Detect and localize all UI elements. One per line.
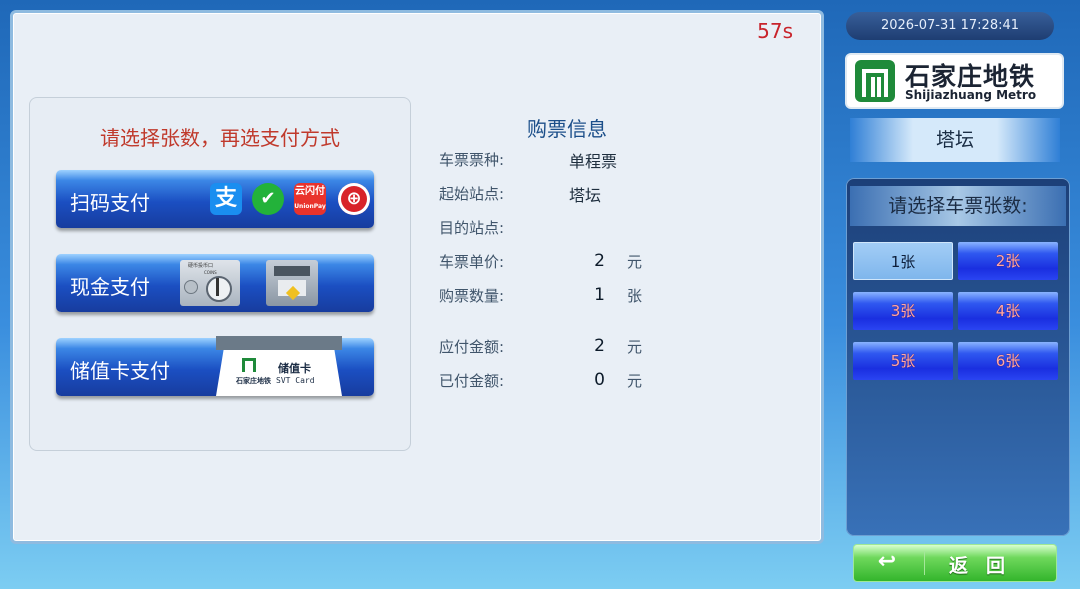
card-brand-text: 石家庄地铁 [236,377,271,385]
quantity-label: 购票数量: [439,287,505,305]
main-panel: 57s 请选择张数，再选支付方式 扫码支付 支 ✔ 云闪付 UnionPay ⊕ … [10,10,824,544]
svt-card-graphic: 石家庄地铁 储值卡 SVT Card [216,350,342,396]
qty-button-5[interactable]: 5张 [853,342,953,380]
coin-slot-icon: 硬币投币口 COINS [180,260,240,306]
destination-label: 目的站点: [439,219,505,237]
metro-logo-icon [855,60,895,102]
payment-method-box: 请选择张数，再选支付方式 扫码支付 支 ✔ 云闪付 UnionPay ⊕ 现金支付… [29,97,411,451]
metro-logo-en: Shijiazhuang Metro [905,88,1037,102]
countdown-timer: 57s [757,19,793,43]
qty-button-3[interactable]: 3张 [853,292,953,330]
quantity-prompt: 请选择车票张数: [850,186,1066,226]
origin-value: 塔坛 [569,186,602,205]
back-label: 返回 [949,555,1024,577]
paid-label: 已付金额: [439,372,505,390]
cash-machine-icon [266,260,318,306]
unit-price-label: 车票单价: [439,253,505,271]
unionpay-quickpass-icon: 云闪付 UnionPay [294,183,326,215]
coin-slot-coin-text: COINS [204,270,217,275]
card-title-text: 储值卡 [278,362,311,375]
purchase-info-title: 购票信息 [527,117,607,141]
svt-card-pay-button[interactable]: 储值卡支付 石家庄地铁 储值卡 SVT Card [56,336,374,396]
qty-button-2[interactable]: 2张 [958,242,1058,280]
payable-label: 应付金额: [439,338,505,356]
paid-value: 0 [594,370,605,390]
current-station: 塔坛 [850,118,1060,162]
back-button[interactable]: ↩ 返回 [853,544,1057,582]
cash-pay-button[interactable]: 现金支付 硬币投币口 COINS [56,254,374,312]
origin-label: 起始站点: [439,185,505,203]
quantity-value: 1 [594,285,605,305]
quantity-unit: 张 [627,287,643,305]
wechat-pay-icon: ✔ [252,183,284,215]
unit-price-unit: 元 [627,253,643,271]
alipay-icon: 支 [210,183,242,215]
payable-value: 2 [594,336,605,356]
coin-slot-text: 硬币投币口 [188,263,214,269]
card-slot [216,336,342,350]
payable-unit: 元 [627,338,643,356]
quantity-panel: 请选择车票张数: 1张 2张 3张 4张 5张 6张 [846,178,1070,536]
svt-card-pay-label: 储值卡支付 [70,359,170,383]
unit-price-value: 2 [594,251,605,271]
rail-transit-icon: ⊕ [338,183,370,215]
qr-pay-button[interactable]: 扫码支付 支 ✔ 云闪付 UnionPay ⊕ [56,170,374,228]
ticket-type-value: 单程票 [569,152,618,171]
cash-pay-label: 现金支付 [70,275,150,299]
payment-prompt: 请选择张数，再选支付方式 [100,126,340,150]
qty-button-1[interactable]: 1张 [853,242,953,280]
back-divider [924,551,925,575]
qr-pay-label: 扫码支付 [70,191,150,215]
back-arrow-icon: ↩ [877,549,897,574]
ticket-type-label: 车票票种: [439,151,505,169]
qty-button-6[interactable]: 6张 [958,342,1058,380]
paid-unit: 元 [627,372,643,390]
datetime-display: 2026-07-31 17:28:41 [846,12,1054,40]
card-subtitle-text: SVT Card [276,376,315,385]
qty-button-4[interactable]: 4张 [958,292,1058,330]
metro-logo: 石家庄地铁 Shijiazhuang Metro [847,55,1062,107]
